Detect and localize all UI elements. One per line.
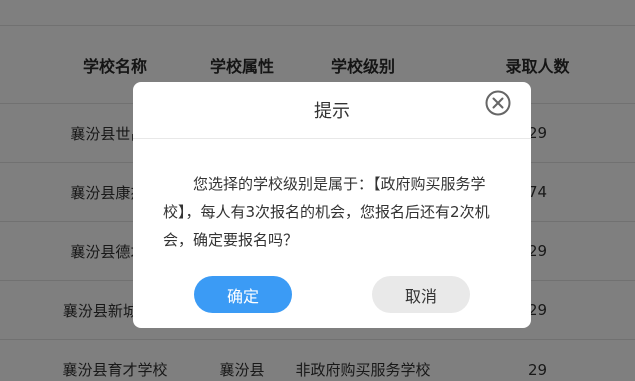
cancel-button[interactable]: 取消 [372,276,470,313]
confirm-dialog: 提示 您选择的学校级别是属于：【政府购买服务学校】，每人有3次报名的机会，您报名… [133,82,531,328]
close-button[interactable] [485,90,511,116]
close-circle-icon [485,90,511,116]
dialog-message-text: 您选择的学校级别是属于：【政府购买服务学校】，每人有3次报名的机会，您报名后还有… [163,175,490,249]
confirm-button[interactable]: 确定 [194,276,292,313]
dialog-title: 提示 [133,82,531,139]
page: 学校名称 学校属性 学校级别 录取人数 襄汾县世昌... 29 襄汾县康杰...… [0,0,635,381]
dialog-message: 您选择的学校级别是属于：【政府购买服务学校】，每人有3次报名的机会，您报名后还有… [163,170,508,254]
